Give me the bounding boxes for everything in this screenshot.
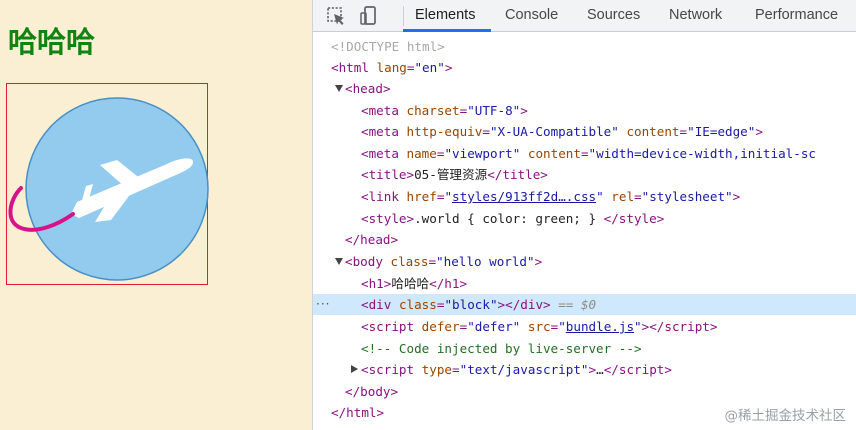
- node-menu-icon[interactable]: ···: [316, 294, 330, 315]
- dom-node-meta-charset[interactable]: <meta charset="UTF-8">: [313, 100, 856, 121]
- page-viewport: 哈哈哈: [0, 0, 312, 430]
- tab-elements[interactable]: Elements: [415, 0, 475, 32]
- dom-node-body[interactable]: <body class="hello world">: [313, 251, 856, 272]
- dom-node-script-injected[interactable]: <script type="text/javascript">…</script…: [313, 359, 856, 380]
- dom-node-html[interactable]: <html lang="en">: [313, 57, 856, 78]
- devtools-panel: Elements Console Sources Network Perform…: [312, 0, 856, 430]
- dom-node-link[interactable]: <link href="styles/913ff2d….css" rel="st…: [313, 186, 856, 207]
- tab-network[interactable]: Network: [669, 0, 722, 32]
- watermark: @稀土掘金技术社区: [724, 408, 847, 424]
- dom-node-style[interactable]: <style>.world { color: green; } </style>: [313, 208, 856, 229]
- dom-node-meta-viewport[interactable]: <meta name="viewport" content="width=dev…: [313, 143, 856, 164]
- devtools-toolbar: Elements Console Sources Network Perform…: [313, 0, 856, 32]
- expand-triangle-icon[interactable]: [335, 258, 343, 265]
- tab-console[interactable]: Console: [505, 0, 558, 32]
- collapse-triangle-icon[interactable]: [351, 365, 358, 373]
- dom-node-div-block[interactable]: ··· <div class="block"></div> == $0: [313, 294, 856, 315]
- dom-node-comment[interactable]: <!-- Code injected by live-server -->: [313, 338, 856, 359]
- dom-node-head-close[interactable]: </head>: [313, 229, 856, 250]
- toolbar-separator: [403, 6, 404, 26]
- dom-node-body-close[interactable]: </body>: [313, 381, 856, 402]
- dom-node-title[interactable]: <title>05-管理资源</title>: [313, 164, 856, 185]
- dom-node-script-bundle[interactable]: <script defer="defer" src="bundle.js"></…: [313, 316, 856, 337]
- selected-node-marker: == $0: [558, 297, 597, 312]
- dom-tree: <!DOCTYPE html> <html lang="en"> <head> …: [313, 32, 856, 430]
- stylesheet-link[interactable]: styles/913ff2d….css: [452, 189, 596, 204]
- page-heading: 哈哈哈: [8, 25, 96, 59]
- block-div: [6, 83, 209, 285]
- dom-node-head[interactable]: <head>: [313, 78, 856, 99]
- dom-node-doctype[interactable]: <!DOCTYPE html>: [313, 36, 856, 57]
- dom-node-meta-http-equiv[interactable]: <meta http-equiv="X-UA-Compatible" conte…: [313, 121, 856, 142]
- bundle-link[interactable]: bundle.js: [566, 319, 634, 334]
- tab-sources[interactable]: Sources: [587, 0, 640, 32]
- device-toolbar-icon[interactable]: [358, 5, 380, 27]
- tab-performance[interactable]: Performance: [755, 0, 838, 32]
- inspect-element-icon[interactable]: [325, 5, 347, 27]
- airplane-circle-illustration: [8, 97, 209, 281]
- expand-triangle-icon[interactable]: [335, 85, 343, 92]
- dom-node-h1[interactable]: <h1>哈哈哈</h1>: [313, 273, 856, 294]
